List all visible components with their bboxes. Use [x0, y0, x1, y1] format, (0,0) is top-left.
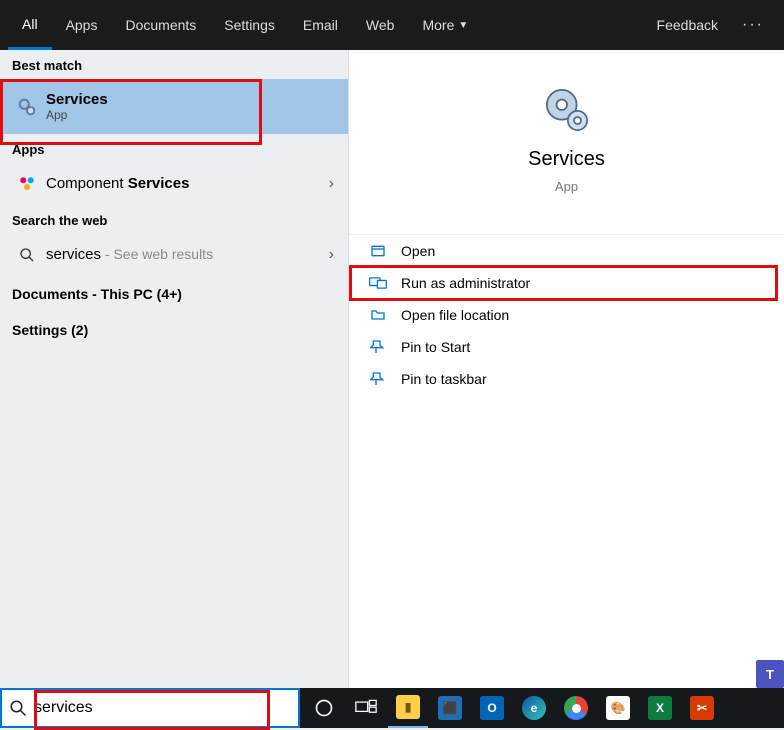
tab-documents[interactable]: Documents — [111, 0, 210, 50]
gear-icon — [14, 96, 40, 118]
gear-icon — [537, 80, 597, 140]
preview-panel: Services App Open Run as administrator — [348, 50, 784, 688]
component-icon — [14, 175, 40, 193]
action-label: Run as administrator — [401, 275, 530, 291]
taskbar: ▮ ⬛ O e 🎨 X ✂ — [300, 688, 784, 728]
result-component-services[interactable]: Component Services › — [0, 163, 348, 205]
tab-web[interactable]: Web — [352, 0, 409, 50]
result-title: Services — [46, 91, 334, 108]
tab-apps[interactable]: Apps — [52, 0, 112, 50]
preview-title: Services — [528, 148, 605, 171]
results-panel: Best match Services App Apps Component S… — [0, 50, 348, 688]
pin-icon — [369, 371, 387, 387]
result-documents-group[interactable]: Documents - This PC (4+) — [0, 276, 348, 312]
tab-settings[interactable]: Settings — [210, 0, 289, 50]
taskbar-app-chrome[interactable] — [556, 688, 596, 728]
best-match-services[interactable]: Services App — [0, 79, 348, 134]
search-icon — [14, 247, 40, 263]
result-subtitle: App — [46, 108, 334, 122]
chevron-down-icon: ▼ — [458, 20, 468, 31]
tab-more-label: More — [422, 17, 454, 33]
taskbar-app-teams[interactable]: T — [756, 660, 784, 688]
action-label: Open — [401, 243, 435, 259]
section-best-match: Best match — [0, 50, 348, 79]
search-filter-tabs: All Apps Documents Settings Email Web Mo… — [0, 0, 784, 50]
action-label: Pin to taskbar — [401, 371, 487, 387]
taskbar-app-edge[interactable]: e — [514, 688, 554, 728]
more-options-icon[interactable]: ··· — [730, 16, 776, 34]
result-settings-group[interactable]: Settings (2) — [0, 312, 348, 348]
action-open[interactable]: Open — [349, 235, 784, 267]
tab-more[interactable]: More ▼ — [408, 0, 482, 50]
action-label: Pin to Start — [401, 339, 470, 355]
action-pin-to-start[interactable]: Pin to Start — [349, 331, 784, 363]
taskbar-app-snip[interactable]: ✂ — [682, 688, 722, 728]
taskbar-app-outlook[interactable]: O — [472, 688, 512, 728]
result-label: Component Services — [46, 175, 189, 192]
pin-icon — [369, 339, 387, 355]
shield-run-icon — [369, 275, 387, 291]
search-input[interactable] — [34, 699, 298, 717]
taskbar-app-explorer[interactable]: ▮ — [388, 688, 428, 728]
open-icon — [369, 243, 387, 259]
tab-email[interactable]: Email — [289, 0, 352, 50]
action-run-as-administrator[interactable]: Run as administrator — [349, 267, 784, 299]
cortana-icon[interactable] — [304, 688, 344, 728]
folder-icon — [369, 307, 387, 323]
action-open-file-location[interactable]: Open file location — [349, 299, 784, 331]
section-search-web: Search the web — [0, 205, 348, 234]
search-icon — [2, 699, 34, 717]
taskbar-app-store[interactable]: ⬛ — [430, 688, 470, 728]
preview-subtitle: App — [555, 179, 578, 194]
chevron-right-icon: › — [329, 175, 334, 193]
section-apps: Apps — [0, 134, 348, 163]
feedback-link[interactable]: Feedback — [645, 17, 730, 33]
action-label: Open file location — [401, 307, 509, 323]
result-web-search[interactable]: services - See web results › — [0, 234, 348, 276]
taskbar-app-excel[interactable]: X — [640, 688, 680, 728]
tab-all[interactable]: All — [8, 0, 52, 50]
taskbar-app-paint[interactable]: 🎨 — [598, 688, 638, 728]
action-pin-to-taskbar[interactable]: Pin to taskbar — [349, 363, 784, 395]
chevron-right-icon: › — [329, 246, 334, 264]
web-result-label: services - See web results — [46, 246, 213, 263]
task-view-icon[interactable] — [346, 688, 386, 728]
start-search-box[interactable] — [0, 688, 300, 728]
